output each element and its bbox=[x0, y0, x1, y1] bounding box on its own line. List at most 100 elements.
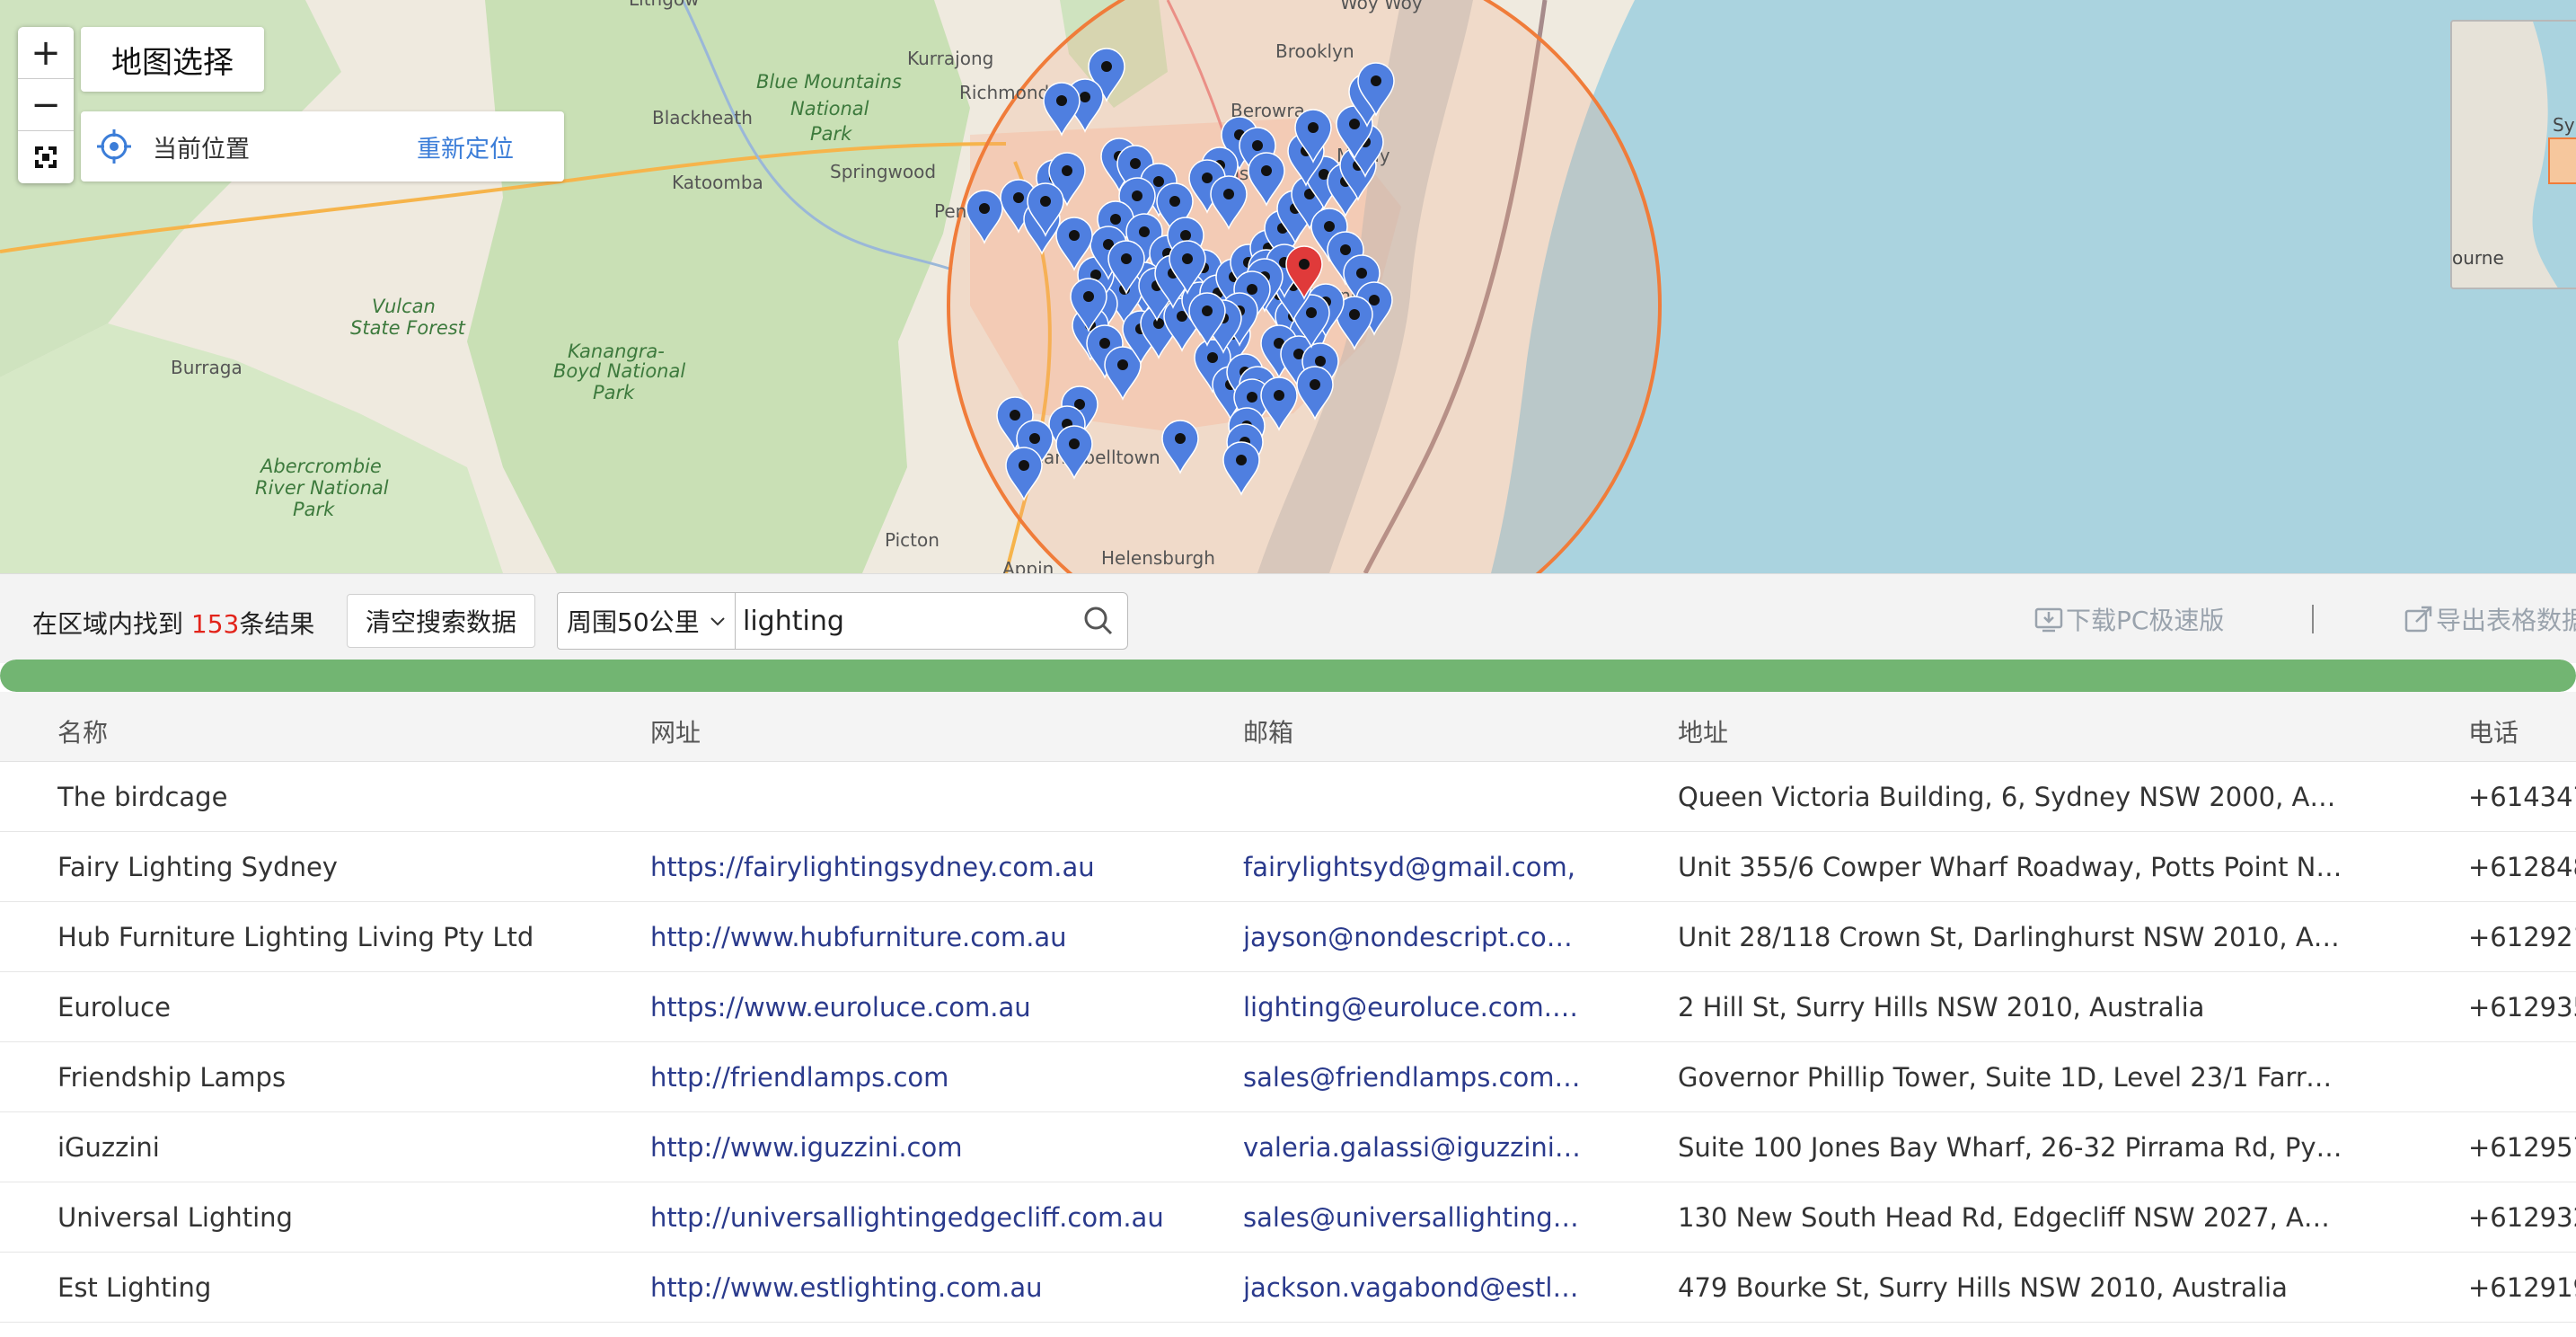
cell-name: Est Lighting bbox=[57, 1272, 212, 1303]
download-icon bbox=[2034, 607, 2063, 633]
export-table-label: 导出表格数据 bbox=[2436, 606, 2576, 635]
cell-website[interactable]: http://www.hubfurniture.com.au bbox=[650, 922, 1207, 952]
map-label-picton: Picton bbox=[885, 529, 940, 551]
header-email[interactable]: 邮箱 bbox=[1243, 713, 1584, 749]
cell-address: 130 New South Head Rd, Edgecliff NSW 202… bbox=[1678, 1202, 2342, 1233]
table-header: 名称 网址 邮箱 地址 电话 bbox=[0, 692, 2576, 762]
table-row[interactable]: Est Lighting http://www.estlighting.com.a… bbox=[0, 1253, 2576, 1323]
cell-name: The birdcage bbox=[57, 782, 228, 812]
map-label-richmond: Richmond bbox=[959, 82, 1049, 103]
map-label-appin: Appin bbox=[1002, 558, 1054, 573]
cell-name: Euroluce bbox=[57, 992, 171, 1023]
fullscreen-button[interactable] bbox=[18, 131, 74, 183]
cell-phone: +612957 bbox=[2468, 1132, 2576, 1163]
map-basemap[interactable]: Lithgow Kurrajong Richmond Brooklyn Woy … bbox=[0, 0, 2576, 573]
cell-email[interactable]: jayson@nondescript.com.... bbox=[1243, 922, 1584, 952]
cell-address: 479 Bourke St, Surry Hills NSW 2010, Aus… bbox=[1678, 1272, 2288, 1303]
map-label-springwood: Springwood bbox=[830, 161, 936, 182]
minimap-label-melbourne: ourne bbox=[2452, 247, 2504, 269]
map-label-brooklyn: Brooklyn bbox=[1275, 40, 1354, 62]
svg-text:Abercrombie: Abercrombie bbox=[259, 456, 382, 477]
svg-text:Park: Park bbox=[593, 382, 635, 403]
cell-name: Friendship Lamps bbox=[57, 1062, 287, 1093]
cell-address: Unit 28/118 Crown St, Darlinghurst NSW 2… bbox=[1678, 922, 2342, 952]
cell-website[interactable]: http://friendlamps.com bbox=[650, 1062, 1207, 1093]
cell-email[interactable]: lighting@euroluce.com.au... bbox=[1243, 992, 1584, 1023]
svg-text:Vulcan: Vulcan bbox=[372, 296, 436, 317]
zoom-control: + − bbox=[18, 27, 74, 183]
result-suffix: 条结果 bbox=[239, 609, 315, 639]
export-table-button[interactable]: 导出表格数据 bbox=[2404, 601, 2576, 637]
current-location-label: 当前位置 bbox=[153, 135, 250, 164]
locate-target-icon[interactable] bbox=[95, 128, 133, 165]
svg-text:Park: Park bbox=[810, 123, 852, 145]
map-label-katoomba: Katoomba bbox=[672, 172, 763, 193]
zoom-out-button[interactable]: − bbox=[18, 79, 74, 131]
svg-text:Blue Mountains: Blue Mountains bbox=[756, 71, 902, 93]
download-pc-label: 下载PC极速版 bbox=[2066, 606, 2225, 635]
cell-name: Universal Lighting bbox=[57, 1202, 293, 1233]
minimap-label-sydney: Sy bbox=[2553, 114, 2575, 136]
toolbar-divider bbox=[2312, 605, 2314, 633]
svg-text:Park: Park bbox=[293, 499, 335, 520]
cell-phone: +614347 bbox=[2468, 782, 2576, 812]
cell-phone: +612932 bbox=[2468, 1202, 2576, 1233]
cell-name: Fairy Lighting Sydney bbox=[57, 852, 338, 882]
cell-phone: +612935 bbox=[2468, 992, 2576, 1023]
svg-text:Kanangra-: Kanangra- bbox=[568, 341, 665, 362]
result-prefix: 在区域内找到 bbox=[32, 609, 184, 639]
map-view[interactable]: Lithgow Kurrajong Richmond Brooklyn Woy … bbox=[0, 0, 2576, 573]
cell-email[interactable]: valeria.galassi@iguzzini.co... bbox=[1243, 1132, 1584, 1163]
svg-text:State Forest: State Forest bbox=[350, 317, 466, 339]
results-table: 名称 网址 邮箱 地址 电话 The birdcage Queen Victori… bbox=[0, 692, 2576, 1323]
cell-website[interactable]: http://www.iguzzini.com bbox=[650, 1132, 1207, 1163]
search-input[interactable] bbox=[736, 596, 1059, 646]
search-progress-bar bbox=[0, 660, 2576, 692]
header-name[interactable]: 名称 bbox=[57, 713, 614, 749]
download-pc-button[interactable]: 下载PC极速版 bbox=[2033, 601, 2224, 637]
cell-website[interactable]: https://www.euroluce.com.au bbox=[650, 992, 1207, 1023]
table-row[interactable]: Hub Furniture Lighting Living Pty Ltd htt… bbox=[0, 902, 2576, 972]
map-label-woy-woy: Woy Woy bbox=[1340, 0, 1423, 13]
map-label-helensburgh: Helensburgh bbox=[1101, 547, 1215, 569]
cell-address: Queen Victoria Building, 6, Sydney NSW 2… bbox=[1678, 782, 2342, 812]
cell-website[interactable]: http://www.estlighting.com.au bbox=[650, 1272, 1207, 1303]
search-icon[interactable] bbox=[1081, 603, 1116, 639]
cell-email[interactable]: sales@universallighting.co... bbox=[1243, 1202, 1584, 1233]
header-address[interactable]: 地址 bbox=[1678, 713, 2342, 749]
cell-email[interactable]: sales@friendlamps.com,su... bbox=[1243, 1062, 1584, 1093]
table-row[interactable]: Universal Lighting http://universallighti… bbox=[0, 1182, 2576, 1253]
header-website[interactable]: 网址 bbox=[650, 713, 1207, 749]
cell-address: Governor Phillip Tower, Suite 1D, Level … bbox=[1678, 1062, 2342, 1093]
table-body: The birdcage Queen Victoria Building, 6, … bbox=[0, 762, 2576, 1323]
table-row[interactable]: The birdcage Queen Victoria Building, 6, … bbox=[0, 762, 2576, 832]
cell-email[interactable]: fairylightsyd@gmail.com, bbox=[1243, 852, 1584, 882]
cell-email[interactable]: jackson.vagabond@estlig... bbox=[1243, 1272, 1584, 1303]
zoom-in-button[interactable]: + bbox=[18, 27, 74, 79]
header-phone[interactable]: 电话 bbox=[2468, 713, 2576, 749]
radius-select-value: 周围50公里 bbox=[567, 607, 700, 637]
table-row[interactable]: Friendship Lamps http://friendlamps.com sa… bbox=[0, 1042, 2576, 1112]
clear-search-button[interactable]: 清空搜索数据 bbox=[347, 594, 536, 648]
cell-phone: +612921 bbox=[2468, 922, 2576, 952]
table-row[interactable]: Euroluce https://www.euroluce.com.au light… bbox=[0, 972, 2576, 1042]
svg-text:River National: River National bbox=[255, 477, 389, 499]
radius-select[interactable]: 周围50公里 bbox=[557, 592, 737, 650]
map-label-lithgow: Lithgow bbox=[629, 0, 700, 10]
cell-website[interactable]: http://universallightingedgecliff.com.au bbox=[650, 1202, 1207, 1233]
cell-phone: +612919 bbox=[2468, 1272, 2576, 1303]
table-row[interactable]: Fairy Lighting Sydney https://fairylighti… bbox=[0, 832, 2576, 902]
cell-website[interactable]: https://fairylightingsydney.com.au bbox=[650, 852, 1207, 882]
chevron-down-icon bbox=[710, 617, 725, 626]
overview-minimap[interactable]: Sy ourne bbox=[2450, 20, 2576, 289]
cell-address: Suite 100 Jones Bay Wharf, 26-32 Pirrama… bbox=[1678, 1132, 2342, 1163]
table-row[interactable]: iGuzzini http://www.iguzzini.com valeria.g… bbox=[0, 1112, 2576, 1182]
export-icon bbox=[2404, 606, 2432, 633]
map-label-campbelltown: Campbelltown bbox=[1031, 447, 1160, 468]
relocate-link[interactable]: 重新定位 bbox=[417, 129, 514, 164]
search-box bbox=[735, 592, 1128, 650]
map-title: 地图选择 bbox=[81, 27, 264, 92]
search-toolbar: 在区域内找到 153条结果 清空搜索数据 周围50公里 下载PC极速版 导出表格… bbox=[0, 573, 2576, 663]
svg-text:National: National bbox=[790, 98, 869, 120]
map-label-kurrajong: Kurrajong bbox=[907, 48, 993, 69]
